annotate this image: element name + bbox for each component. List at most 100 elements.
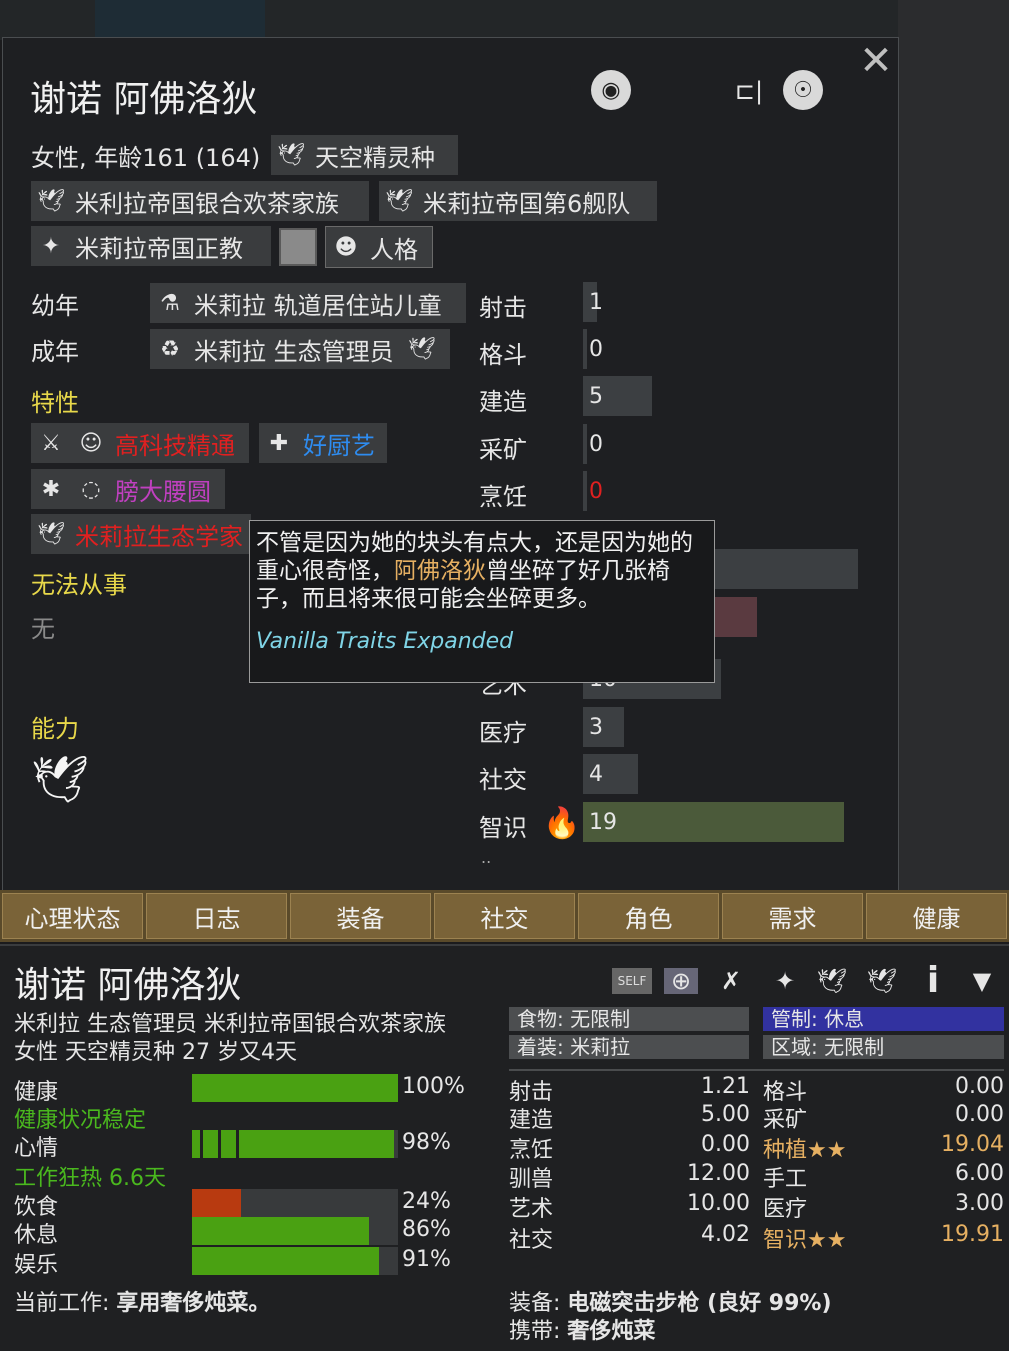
stat-value: 19.91 bbox=[941, 1222, 1004, 1247]
faction-chip-1[interactable]: 🕊 米利拉帝国银合欢茶家族 bbox=[31, 181, 369, 221]
eagle-icon: ✦ bbox=[41, 233, 61, 259]
need-pct-rest: 86% bbox=[402, 1217, 451, 1242]
adulthood-label: 成年 bbox=[31, 338, 79, 366]
wing-icon: 🕊 bbox=[277, 142, 305, 168]
stat-value: 1.21 bbox=[701, 1074, 750, 1099]
tab-mind[interactable]: 心理状态 bbox=[2, 893, 143, 939]
need-pct-food: 24% bbox=[402, 1189, 451, 1214]
trait-chip-hightech[interactable]: ⚔ ☺ 高科技精通 bbox=[31, 423, 249, 463]
stat-name: 驯兽 bbox=[509, 1167, 554, 1192]
tab-character[interactable]: 角色 bbox=[578, 893, 719, 939]
skill-value: 1 bbox=[589, 290, 603, 315]
inspect-name: 谢诺 阿佛洛狄 bbox=[14, 965, 242, 1006]
divider bbox=[509, 1069, 1004, 1071]
need-bar-mood bbox=[192, 1130, 398, 1158]
collapse-icon[interactable]: ▼ bbox=[960, 966, 1004, 996]
skill-name: 社交 bbox=[479, 766, 527, 794]
stat-name: 社交 bbox=[509, 1228, 554, 1253]
ability-wing-icon[interactable]: 🕊 bbox=[31, 752, 91, 808]
stat-value: 0.00 bbox=[701, 1132, 750, 1157]
skill-value: 4 bbox=[589, 762, 603, 787]
skill-value: 0 bbox=[589, 337, 603, 362]
gender-age: 女性, 年龄161 (164) bbox=[31, 144, 261, 172]
tab-gear[interactable]: 装备 bbox=[290, 893, 431, 939]
ideo-icon[interactable]: ☉ bbox=[783, 70, 823, 110]
close-icon[interactable]: ✕ bbox=[855, 38, 897, 84]
skill-value: 3 bbox=[589, 715, 603, 740]
xenotype-chip[interactable]: 🕊 天空精灵种 bbox=[271, 135, 458, 175]
stat-value: 3.00 bbox=[955, 1191, 1004, 1216]
tab-needs[interactable]: 需求 bbox=[722, 893, 863, 939]
stat-value: 4.02 bbox=[701, 1222, 750, 1247]
adulthood-chip[interactable]: ♻ 米莉拉 生态管理员 🕊 bbox=[150, 329, 450, 369]
ideo-chip[interactable]: ✦ 米莉拉帝国正教 bbox=[31, 226, 271, 266]
skill-bar[interactable] bbox=[583, 802, 844, 842]
stat-name: 手工 bbox=[763, 1167, 808, 1192]
rename-icon[interactable]: ⊏| bbox=[727, 76, 771, 106]
pawn-name: 谢诺 阿佛洛狄 bbox=[30, 79, 258, 120]
stat-name: 建造 bbox=[509, 1108, 554, 1133]
eagle-icon[interactable]: ✦ bbox=[766, 964, 804, 998]
apparel-policy[interactable]: 着装: 米莉拉 bbox=[509, 1035, 749, 1059]
need-label-rest: 休息 bbox=[14, 1223, 59, 1248]
faction-icon[interactable]: ◉ bbox=[591, 70, 631, 110]
trait-chip-big[interactable]: ✱ ◌ 膀大腰圆 bbox=[31, 469, 225, 509]
stat-value: 5.00 bbox=[701, 1102, 750, 1127]
skill-value: 5 bbox=[589, 384, 603, 409]
skill-name: 射击 bbox=[479, 294, 527, 322]
inspect-pane: 谢诺 阿佛洛狄 SELF ⊕ ✗ ✦ 🕊 🕊 i ▼ 米利拉 生态管理员 米利拉… bbox=[0, 944, 1009, 1351]
stat-name: 艺术 bbox=[509, 1197, 554, 1222]
stat-value: 0.00 bbox=[955, 1074, 1004, 1099]
tab-health[interactable]: 健康 bbox=[866, 893, 1007, 939]
draft-icon[interactable]: ✗ bbox=[716, 966, 746, 996]
control-policy[interactable]: 管制: 休息 bbox=[763, 1007, 1004, 1031]
mood-threshold bbox=[200, 1130, 203, 1158]
self-tend-icon[interactable]: SELF bbox=[612, 968, 652, 994]
flask-icon: ⚗ bbox=[160, 290, 180, 316]
need-pct-health: 100% bbox=[402, 1074, 465, 1099]
stat-value: 0.00 bbox=[955, 1102, 1004, 1127]
skill-bar[interactable] bbox=[583, 329, 587, 369]
tab-social[interactable]: 社交 bbox=[434, 893, 575, 939]
wing-white-icon[interactable]: 🕊 bbox=[862, 964, 902, 998]
stat-name: 种植★★ bbox=[763, 1138, 847, 1163]
current-job: 当前工作: 享用奢侈炖菜。 bbox=[14, 1291, 271, 1316]
medical-icon[interactable]: ⊕ bbox=[664, 967, 698, 995]
skill-name: 采矿 bbox=[479, 436, 527, 464]
world-background-right bbox=[898, 0, 1009, 890]
info-icon[interactable]: i bbox=[918, 960, 948, 1001]
need-bar-rest bbox=[192, 1217, 398, 1245]
wing-icon: 🕊 bbox=[37, 521, 65, 547]
faction-chip-2[interactable]: 🕊 米莉拉帝国第6舰队 bbox=[379, 181, 657, 221]
trait-chip-ecologist[interactable]: 🕊 米莉拉生态学家 bbox=[31, 514, 251, 554]
stat-value: 19.04 bbox=[941, 1132, 1004, 1157]
need-label-mood: 心情 bbox=[14, 1136, 59, 1161]
character-card: 谢诺 阿佛洛狄 ◉ ⊏| ☉ ✕ 女性, 年龄161 (164) 🕊 天空精灵种 … bbox=[2, 37, 899, 891]
tooltip-mod-name: Vanilla Traits Expanded bbox=[256, 629, 514, 654]
stat-value: 12.00 bbox=[687, 1161, 750, 1186]
food-policy[interactable]: 食物: 无限制 bbox=[509, 1007, 749, 1031]
trait-chip-cook[interactable]: ✚ 好厨艺 bbox=[259, 423, 387, 463]
wing-icon[interactable]: 🕊 bbox=[812, 964, 852, 998]
minimap bbox=[95, 0, 265, 38]
skill-bar[interactable] bbox=[583, 424, 587, 464]
role-slot[interactable] bbox=[279, 228, 317, 266]
skill-bar[interactable] bbox=[583, 471, 587, 511]
skill-name: 建造 bbox=[479, 388, 527, 416]
tab-log[interactable]: 日志 bbox=[146, 893, 287, 939]
stat-name: 医疗 bbox=[763, 1197, 808, 1222]
need-pct-joy: 91% bbox=[402, 1247, 451, 1272]
portrait-icon: ☻ bbox=[334, 234, 358, 260]
mood-status: 工作狂热 6.6天 bbox=[14, 1166, 166, 1191]
abilities-label: 能力 bbox=[31, 715, 79, 743]
tooltip-text: 不管是因为她的块头有点大，还是因为她的重心很奇怪，阿佛洛狄曾坐碎了好几张椅子，而… bbox=[256, 530, 693, 612]
stretch-icon: ✱ bbox=[41, 476, 61, 502]
need-label-joy: 娱乐 bbox=[14, 1253, 59, 1278]
area-policy[interactable]: 区域: 无限制 bbox=[763, 1035, 1004, 1059]
incapable-label: 无法从事 bbox=[31, 571, 127, 599]
skill-name: 格斗 bbox=[479, 341, 527, 369]
persona-chip[interactable]: ☻ 人格 bbox=[325, 226, 433, 268]
need-bar-health bbox=[192, 1074, 398, 1102]
need-bar-joy bbox=[192, 1247, 398, 1275]
childhood-chip[interactable]: ⚗ 米莉拉 轨道居住站儿童 bbox=[150, 283, 466, 323]
